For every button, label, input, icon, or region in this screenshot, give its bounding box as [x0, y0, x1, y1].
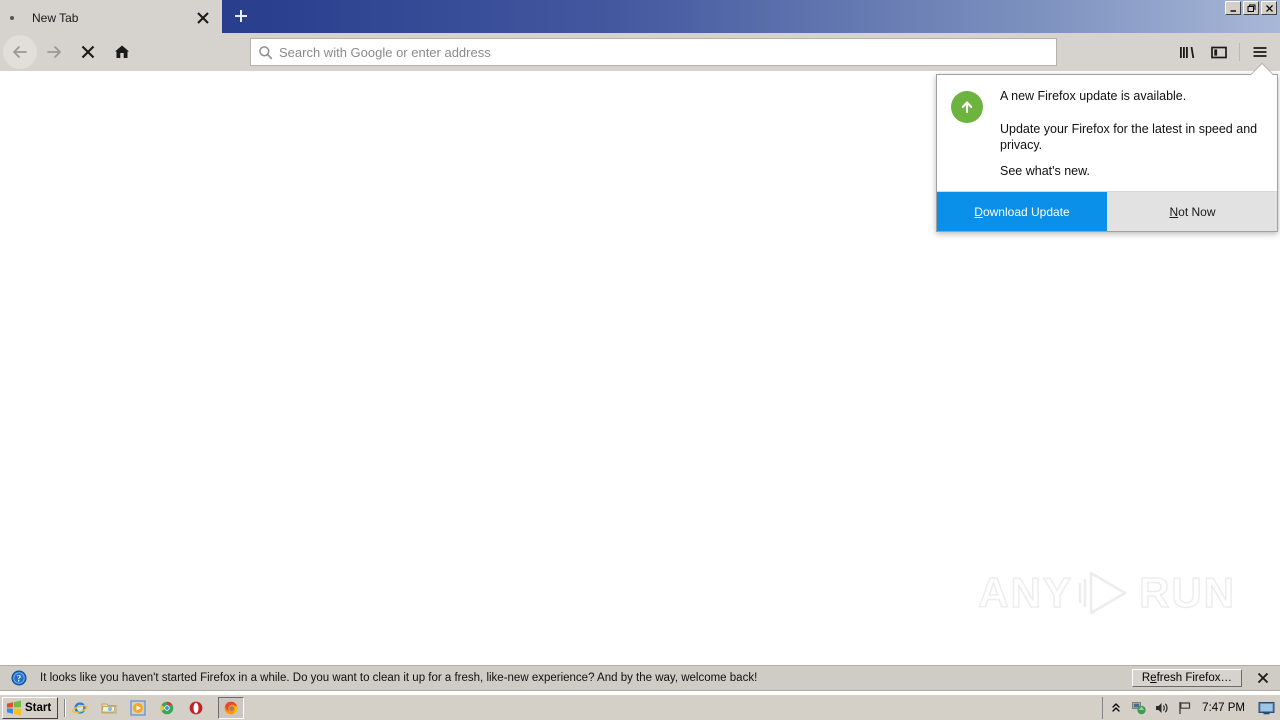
firefox-taskbar-button[interactable] [218, 696, 245, 719]
refresh-prefix: R [1141, 672, 1151, 684]
back-button[interactable] [3, 35, 37, 69]
quicklaunch-separator [64, 698, 67, 717]
minimize-button[interactable] [1225, 1, 1241, 15]
download-update-label: ownload Update [982, 204, 1070, 219]
tab-close-icon[interactable] [190, 5, 216, 31]
folder-explorer-icon[interactable] [101, 700, 117, 716]
hamburger-menu-icon [1253, 47, 1267, 57]
toolbar-separator [1239, 43, 1240, 61]
new-tab-button[interactable] [226, 1, 256, 31]
not-now-button[interactable]: Not Now [1108, 192, 1277, 232]
update-notification-popup: A new Firefox update is available. Updat… [936, 74, 1278, 233]
tab-title: New Tab [32, 10, 79, 25]
download-update-button[interactable]: Download Update [937, 192, 1108, 232]
popup-button-row: Download Update Not Now [937, 191, 1277, 232]
system-tray: 7:47 PM [1102, 696, 1280, 719]
stop-x-icon [81, 45, 95, 59]
tray-expand-chevron-icon[interactable] [1108, 700, 1124, 716]
restore-button[interactable] [1243, 1, 1259, 15]
refresh-rest: fresh Firefox… [1156, 672, 1232, 684]
library-icon [1180, 47, 1195, 58]
title-bar: New Tab [0, 0, 1280, 34]
stop-button[interactable] [71, 35, 105, 69]
anyrun-watermark: ANY RUN [978, 567, 1236, 619]
search-icon [251, 45, 279, 60]
watermark-left-text: ANY [978, 568, 1073, 617]
window-controls [1225, 1, 1277, 15]
plus-icon [235, 10, 247, 22]
refresh-firefox-button[interactable]: Refresh Firefox… [1131, 669, 1242, 687]
flag-icon[interactable] [1177, 700, 1193, 716]
not-now-label: ot Now [1178, 204, 1216, 219]
address-bar[interactable] [250, 38, 1057, 66]
watermark-right-text: RUN [1138, 568, 1236, 617]
sidebar-icon [1211, 46, 1227, 59]
search-input[interactable] [279, 40, 1056, 64]
restore-icon [1247, 4, 1255, 12]
browser-window: New Tab Search with Google or enter addr… [0, 0, 1280, 720]
popup-description: Update your Firefox for the latest in sp… [1000, 121, 1258, 153]
internet-explorer-icon[interactable] [72, 700, 89, 716]
sidebar-button[interactable] [1203, 36, 1235, 68]
windows-logo-icon [7, 700, 21, 715]
network-icon[interactable] [1131, 700, 1147, 716]
notification-close-icon[interactable] [1252, 667, 1274, 689]
minimize-icon [1230, 9, 1236, 12]
not-now-accesskey: N [1169, 204, 1179, 219]
start-label: Start [25, 701, 52, 714]
help-question-icon: ? [11, 670, 27, 686]
navigation-toolbar [0, 33, 1280, 72]
home-icon [115, 45, 129, 58]
volume-icon[interactable] [1154, 700, 1170, 716]
anyrun-play-logo-icon [1078, 571, 1127, 615]
notification-message: It looks like you haven't started Firefo… [40, 672, 758, 684]
popup-arrow [1251, 64, 1273, 75]
home-button[interactable] [105, 35, 139, 69]
monitor-icon[interactable] [1256, 700, 1276, 716]
tab-favicon-icon [4, 10, 20, 26]
media-player-icon[interactable] [130, 699, 146, 716]
arrow-left-icon [13, 46, 27, 58]
whats-new-link[interactable]: See what's new. [1000, 164, 1263, 180]
chrome-icon[interactable] [159, 700, 175, 716]
browser-tab[interactable]: New Tab [0, 2, 222, 33]
quick-launch-bar [72, 699, 204, 716]
tray-clock[interactable]: 7:47 PM [1202, 702, 1245, 714]
download-update-accesskey: D [974, 204, 983, 219]
opera-icon[interactable] [188, 700, 204, 716]
close-icon [1265, 4, 1273, 12]
update-arrow-icon [951, 91, 983, 123]
firefox-icon [224, 701, 238, 714]
windows-taskbar: Start 7:47 PM [0, 694, 1280, 720]
arrow-right-icon [47, 46, 61, 58]
refresh-notification-bar: ? It looks like you haven't started Fire… [0, 665, 1280, 691]
start-button[interactable]: Start [2, 696, 59, 719]
forward-button[interactable] [37, 35, 71, 69]
library-button[interactable] [1171, 36, 1203, 68]
notification-actions: Refresh Firefox… [1131, 667, 1280, 689]
close-button[interactable] [1261, 1, 1277, 15]
svg-text:?: ? [17, 674, 22, 684]
popup-heading: A new Firefox update is available. [1000, 89, 1187, 103]
